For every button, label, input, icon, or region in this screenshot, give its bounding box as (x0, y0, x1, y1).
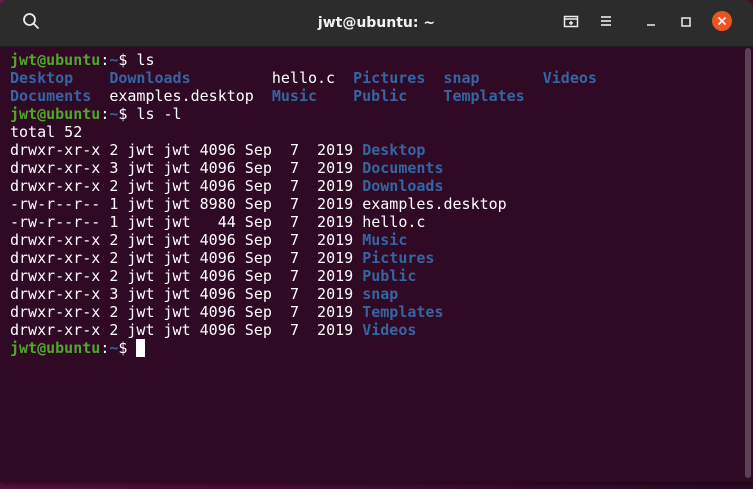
ls-total-line: total 52 (10, 123, 83, 141)
listing-meta: drwxr-xr-x 2 jwt jwt 4096 Sep 7 2019 (10, 303, 363, 321)
directory-entry: Pictures (353, 69, 426, 87)
directory-entry: Documents (362, 159, 444, 177)
listing-row: -rw-r--r-- 1 jwt jwt 8980 Sep 7 2019 exa… (10, 195, 738, 213)
listing-meta: drwxr-xr-x 3 jwt jwt 4096 Sep 7 2019 (10, 285, 363, 303)
directory-entry: Downloads (362, 177, 444, 195)
terminal-output[interactable]: jwt@ubuntu:~$ ls Desktop Downloads hello.c P… (0, 47, 738, 482)
directory-entry: Desktop (362, 141, 426, 159)
listing-meta: drwxr-xr-x 2 jwt jwt 4096 Sep 7 2019 (10, 321, 363, 339)
maximize-button[interactable] (672, 9, 700, 37)
directory-entry: snap (362, 285, 399, 303)
listing-row: drwxr-xr-x 2 jwt jwt 4096 Sep 7 2019 Vid… (10, 321, 738, 339)
listing-meta: drwxr-xr-x 2 jwt jwt 4096 Sep 7 2019 (10, 141, 363, 159)
prompt-colon: : (100, 51, 110, 69)
prompt-user-host: jwt@ubuntu (10, 339, 101, 357)
text-cursor (136, 339, 146, 357)
directory-entry: Templates (362, 303, 444, 321)
listing-row: drwxr-xr-x 2 jwt jwt 4096 Sep 7 2019 Pub… (10, 267, 738, 285)
listing-row: drwxr-xr-x 3 jwt jwt 4096 Sep 7 2019 Doc… (10, 159, 738, 177)
ls-output-row: Desktop Downloads hello.c Pictures snap Video… (10, 69, 738, 87)
directory-entry: Videos (542, 69, 597, 87)
prompt-dollar: $ (118, 105, 137, 123)
listing-row: -rw-r--r-- 1 jwt jwt 44 Sep 7 2019 hello… (10, 213, 738, 231)
command-text: ls -l (136, 105, 182, 123)
title-bar[interactable]: jwt@ubuntu: ~ (0, 0, 753, 47)
directory-entry: snap (443, 69, 480, 87)
prompt-dollar: $ (118, 51, 137, 69)
listing-meta: drwxr-xr-x 2 jwt jwt 4096 Sep 7 2019 (10, 177, 363, 195)
scrollbar-thumb[interactable] (745, 48, 751, 478)
minimize-icon (644, 14, 658, 33)
scrollbar[interactable] (745, 48, 751, 478)
directory-entry: Public (353, 87, 408, 105)
directory-entry: Music (362, 231, 408, 249)
prompt-dollar: $ (118, 339, 137, 357)
prompt-user-host: jwt@ubuntu (10, 51, 101, 69)
terminal-window: jwt@ubuntu: ~ jwt@ubuntu:~$ ls Desktop D… (0, 0, 753, 482)
directory-entry: Downloads (109, 69, 191, 87)
listing-meta: drwxr-xr-x 2 jwt jwt 4096 Sep 7 2019 (10, 249, 363, 267)
command-text: ls (136, 51, 155, 69)
prompt-line: jwt@ubuntu:~$ ls (10, 51, 738, 69)
prompt-colon: : (100, 105, 110, 123)
prompt-line: jwt@ubuntu:~$ (10, 339, 738, 357)
minimize-button[interactable] (637, 9, 665, 37)
directory-entry: Templates (443, 87, 525, 105)
search-icon (22, 12, 40, 34)
close-icon (711, 10, 733, 36)
prompt-line: jwt@ubuntu:~$ ls -l (10, 105, 738, 123)
directory-entry: Public (362, 267, 417, 285)
new-tab-button[interactable] (557, 9, 585, 37)
listing-meta: drwxr-xr-x 2 jwt jwt 4096 Sep 7 2019 (10, 231, 363, 249)
listing-row: drwxr-xr-x 2 jwt jwt 4096 Sep 7 2019 Dow… (10, 177, 738, 195)
file-entry: hello.c (271, 69, 336, 87)
ls-output-row: Documents examples.desktop Music Public Temp… (10, 87, 738, 105)
file-entry: hello.c (362, 213, 426, 231)
directory-entry: Music (271, 87, 318, 105)
listing-row: drwxr-xr-x 2 jwt jwt 4096 Sep 7 2019 Des… (10, 141, 738, 159)
listing-meta: -rw-r--r-- 1 jwt jwt 44 Sep 7 2019 (10, 213, 363, 231)
maximize-icon (679, 14, 693, 33)
file-entry: examples.desktop (109, 87, 254, 105)
listing-row: drwxr-xr-x 3 jwt jwt 4096 Sep 7 2019 sna… (10, 285, 738, 303)
directory-entry: Desktop (10, 69, 74, 87)
listing-row: drwxr-xr-x 2 jwt jwt 4096 Sep 7 2019 Mus… (10, 231, 738, 249)
listing-row: drwxr-xr-x 2 jwt jwt 4096 Sep 7 2019 Tem… (10, 303, 738, 321)
listing-meta: -rw-r--r-- 1 jwt jwt 8980 Sep 7 2019 (10, 195, 363, 213)
listing-meta: drwxr-xr-x 3 jwt jwt 4096 Sep 7 2019 (10, 159, 363, 177)
file-entry: examples.desktop (362, 195, 507, 213)
menu-button[interactable] (592, 9, 620, 37)
listing-meta: drwxr-xr-x 2 jwt jwt 4096 Sep 7 2019 (10, 267, 363, 285)
directory-entry: Videos (362, 321, 417, 339)
prompt-user-host: jwt@ubuntu (10, 105, 101, 123)
directory-entry: Documents (10, 87, 92, 105)
listing-row: drwxr-xr-x 2 jwt jwt 4096 Sep 7 2019 Pic… (10, 249, 738, 267)
new-tab-icon (562, 12, 580, 34)
close-button[interactable] (708, 9, 736, 37)
hamburger-menu-icon (598, 13, 614, 33)
search-button[interactable] (17, 9, 45, 37)
prompt-colon: : (100, 339, 110, 357)
directory-entry: Pictures (362, 249, 435, 267)
